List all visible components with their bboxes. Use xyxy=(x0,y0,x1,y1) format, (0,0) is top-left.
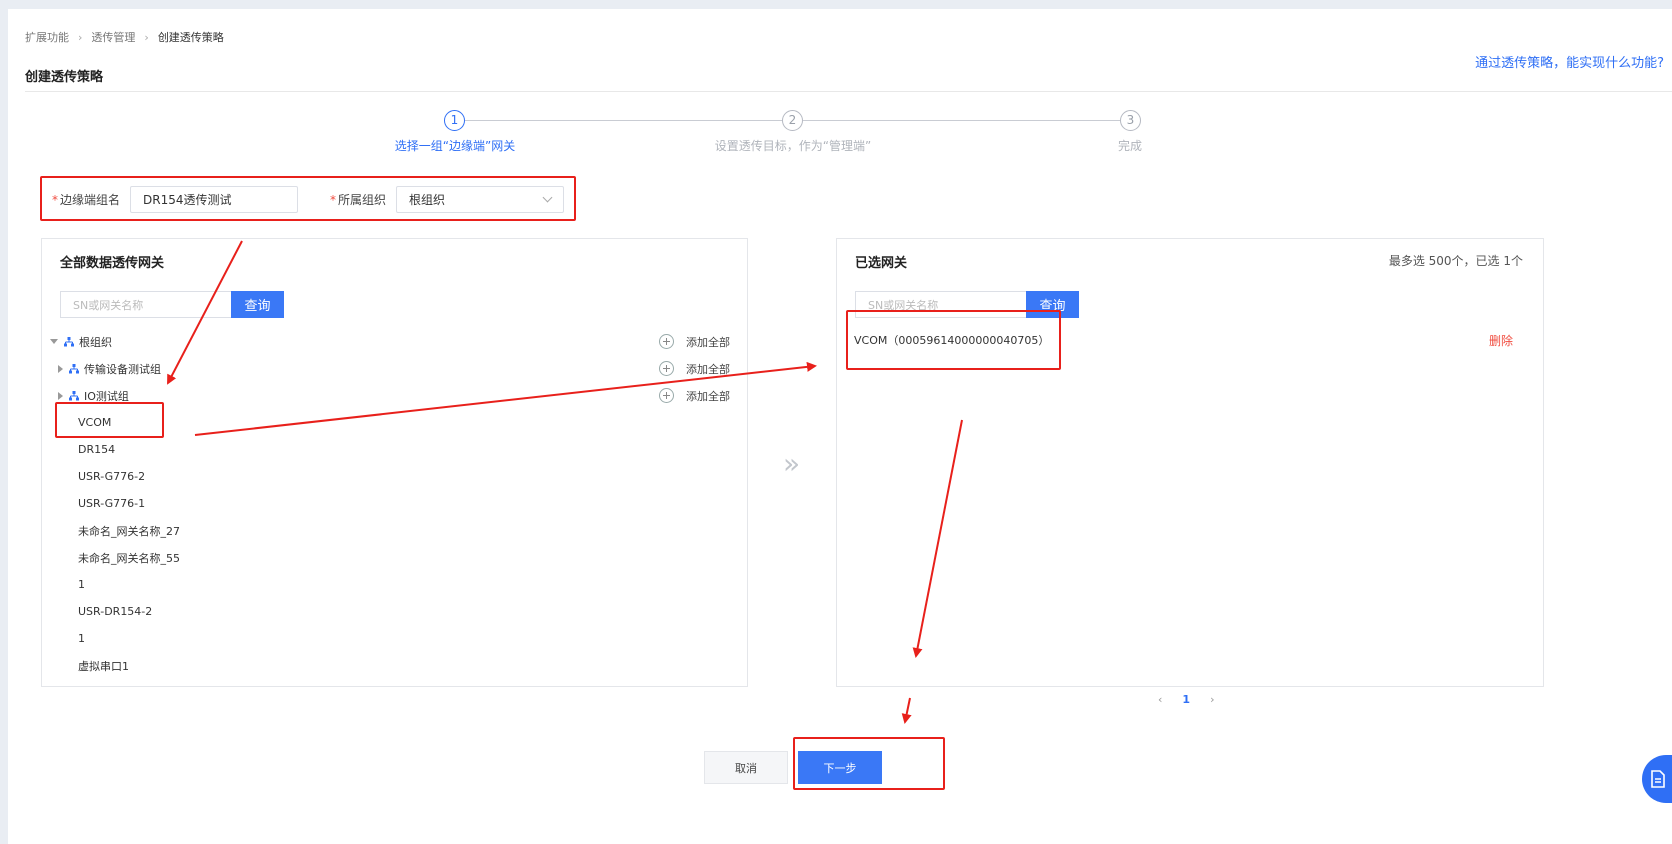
selected-gateways-title: 已选网关 xyxy=(855,256,908,271)
breadcrumb-item-passthrough[interactable]: 透传管理 xyxy=(91,29,135,45)
gateway-item[interactable]: 未命名_网关名称_55 xyxy=(50,544,740,571)
gateway-item[interactable]: 1 xyxy=(50,571,740,598)
chevron-down-icon xyxy=(542,192,553,203)
cancel-button[interactable]: 取消 xyxy=(704,751,788,784)
step-connector xyxy=(465,120,782,121)
page: 扩展功能 › 透传管理 › 创建透传策略 创建透传策略 通过透传策略，能实现什么… xyxy=(8,9,1672,844)
breadcrumb-item-ext[interactable]: 扩展功能 xyxy=(25,29,69,45)
delete-button[interactable]: 删除 xyxy=(1489,332,1513,349)
org-select-value: 根组织 xyxy=(409,193,446,207)
step-connector xyxy=(803,120,1120,121)
left-search: SN或网关名称 查询 xyxy=(60,291,284,318)
org-tree-icon xyxy=(69,390,79,400)
group-name-input[interactable]: DR154透传测试 xyxy=(130,186,299,213)
plus-circle-icon xyxy=(659,388,674,403)
tree-node-label: 根组织 xyxy=(79,335,112,349)
gateway-item[interactable]: 1 xyxy=(50,625,740,652)
left-search-button[interactable]: 查询 xyxy=(231,291,284,318)
selected-gateway-item: VCOM（00059614000000040705） xyxy=(854,334,1050,347)
right-search-input[interactable]: SN或网关名称 xyxy=(855,291,1026,318)
add-all-button[interactable]: 添加全部 xyxy=(659,388,730,404)
add-all-button[interactable]: 添加全部 xyxy=(659,361,730,377)
pagination: ‹ 1 › xyxy=(1158,693,1214,706)
gateway-item[interactable]: 未命名_网关名称_27 xyxy=(50,517,740,544)
step-2-label: 设置透传目标，作为“管理端” xyxy=(714,139,872,153)
gateway-item[interactable]: USR-DR154-2 xyxy=(50,598,740,625)
tree-node-label: IO测试组 xyxy=(84,389,129,403)
help-link[interactable]: 通过透传策略，能实现什么功能? xyxy=(1475,52,1664,71)
breadcrumb: 扩展功能 › 透传管理 › 创建透传策略 xyxy=(25,29,224,45)
org-tree-icon xyxy=(64,336,74,346)
step-1-label: 选择一组“边缘端”网关 xyxy=(394,139,516,153)
step-1-circle: 1 xyxy=(444,110,465,131)
org-tree-icon xyxy=(69,363,79,373)
gateway-item[interactable]: DR154 xyxy=(50,436,740,463)
group-name-label: * 边缘端组名 xyxy=(52,193,121,207)
steps: 1 2 3 选择一组“边缘端”网关 设置透传目标，作为“管理端” 完成 xyxy=(8,104,1672,164)
tree-node-label: 传输设备测试组 xyxy=(84,362,161,376)
step-2-circle: 2 xyxy=(782,110,803,131)
right-search: SN或网关名称 查询 xyxy=(855,291,1079,318)
title-divider xyxy=(25,91,1672,92)
next-step-button[interactable]: 下一步 xyxy=(798,751,882,784)
org-label: * 所属组织 xyxy=(330,193,387,207)
tree-node-root[interactable]: 根组织 添加全部 xyxy=(50,328,740,355)
add-all-button[interactable]: 添加全部 xyxy=(659,334,730,350)
caret-right-icon[interactable] xyxy=(58,391,63,400)
gateway-item[interactable]: 虚拟串口1 xyxy=(50,652,740,679)
step-3-label: 完成 xyxy=(1117,139,1143,153)
org-select[interactable]: 根组织 xyxy=(396,186,565,213)
breadcrumb-item-current: 创建透传策略 xyxy=(157,31,224,44)
document-icon xyxy=(1651,770,1665,788)
selection-count: 最多选 500个，已选 1个 xyxy=(1388,254,1523,268)
gateway-item[interactable]: USR-G776-1 xyxy=(50,490,740,517)
selected-gateways-panel: 已选网关 最多选 500个，已选 1个 SN或网关名称 查询 VCOM（0005… xyxy=(836,238,1544,687)
floating-doc-button[interactable] xyxy=(1642,755,1672,803)
gateway-item[interactable]: USR-G776-2 xyxy=(50,463,740,490)
page-prev-icon[interactable]: ‹ xyxy=(1158,693,1162,706)
caret-down-icon[interactable] xyxy=(50,339,58,344)
group-form-row: * 边缘端组名 DR154透传测试 * 所属组织 根组织 xyxy=(52,186,565,213)
chevron-right-icon: › xyxy=(78,30,83,44)
step-3-circle: 3 xyxy=(1120,110,1141,131)
page-current[interactable]: 1 xyxy=(1182,693,1190,706)
gateway-tree: 根组织 添加全部 传输设备测试组 添加全部 IO测试组 添加全部 VCOM DR… xyxy=(50,328,740,679)
left-search-input[interactable]: SN或网关名称 xyxy=(60,291,231,318)
transfer-arrow-icon: » xyxy=(783,447,801,480)
all-gateways-title: 全部数据透传网关 xyxy=(60,256,165,271)
right-search-button[interactable]: 查询 xyxy=(1026,291,1079,318)
plus-circle-icon xyxy=(659,334,674,349)
plus-circle-icon xyxy=(659,361,674,376)
all-gateways-panel: 全部数据透传网关 SN或网关名称 查询 根组织 添加全部 传输设备测试组 添加全… xyxy=(41,238,748,687)
chevron-right-icon: › xyxy=(144,30,149,44)
page-next-icon[interactable]: › xyxy=(1210,693,1214,706)
tree-node-group[interactable]: 传输设备测试组 添加全部 xyxy=(50,355,740,382)
gateway-item[interactable]: VCOM xyxy=(50,409,740,436)
page-title: 创建透传策略 xyxy=(25,70,104,85)
tree-node-group[interactable]: IO测试组 添加全部 xyxy=(50,382,740,409)
caret-right-icon[interactable] xyxy=(58,364,63,373)
